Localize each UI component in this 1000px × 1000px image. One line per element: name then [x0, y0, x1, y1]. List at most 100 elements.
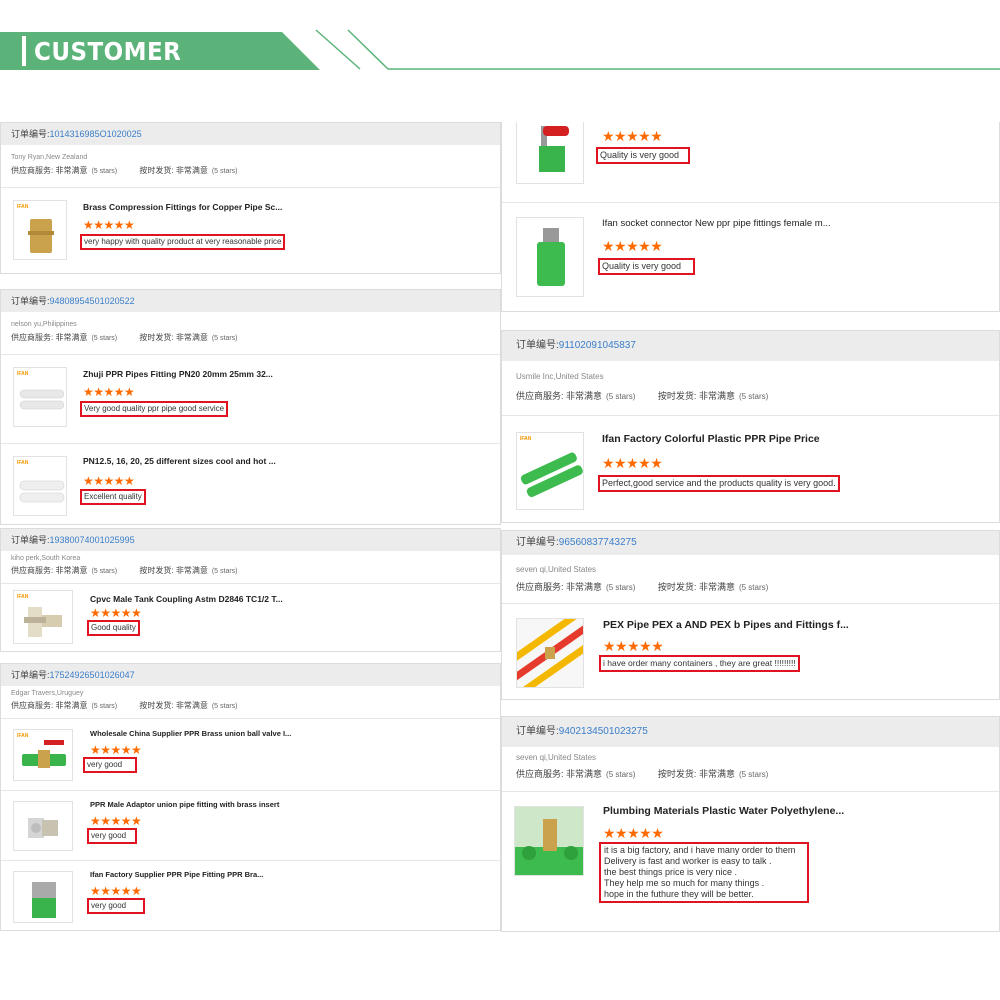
order-number[interactable]: 9402134501023275 [559, 726, 648, 737]
review-line: the best things price is very nice . [604, 867, 738, 877]
stars-text: (5 stars) [91, 335, 118, 342]
order-card-continued: ★★★★★ Quality is very good Ifan socket c… [501, 122, 1000, 312]
order-number[interactable]: 96560837743275 [559, 537, 637, 548]
product-thumbnail[interactable]: IFAN [516, 432, 584, 510]
review-item: PPR Male Adaptor union pipe fitting with… [1, 790, 500, 861]
product-title[interactable]: Plumbing Materials Plastic Water Polyeth… [603, 805, 844, 817]
product-title[interactable]: Ifan Factory Colorful Plastic PPR Pipe P… [602, 433, 820, 445]
service-ratings: 供应商服务: 非常满意 (5 stars) 按时发货: 非常满意 (5 stars) [502, 389, 999, 402]
review-item: Ifan socket connector New ppr pipe fitti… [502, 202, 999, 311]
order-number[interactable]: 17524926501026047 [50, 670, 135, 680]
on-time-value: 非常满意 [698, 391, 735, 401]
review-line: hope in the futhure they will be better. [604, 889, 754, 899]
product-title[interactable]: PPR Male Adaptor union pipe fitting with… [90, 800, 279, 809]
supplier-service-label: 供应商服务: [11, 701, 54, 710]
order-number[interactable]: 1014316985O1020025 [50, 129, 142, 139]
review-line: They help me so much for many things . [604, 878, 765, 888]
on-time-label: 按时发货: [657, 769, 697, 779]
on-time-value: 非常满意 [175, 166, 208, 175]
review-text: very good [83, 757, 137, 773]
supplier-service-value: 非常满意 [55, 566, 88, 575]
order-number-label: 订单编号: [11, 296, 50, 306]
order-card: 订单编号:1014316985O1020025 Tony Ryan,New Ze… [0, 122, 501, 274]
on-time-label: 按时发货: [657, 582, 697, 592]
review-item: IFAN PN12.5, 16, 20, 25 different sizes … [1, 443, 500, 526]
review-line: it is a big factory, and i have many ord… [604, 845, 796, 855]
buyer-name: seven qi,United States [516, 753, 597, 762]
order-number-label: 订单编号: [11, 129, 50, 139]
supplier-service-value: 非常满意 [566, 769, 603, 779]
supplier-service-value: 非常满意 [55, 701, 88, 710]
star-rating: ★★★★★ [602, 238, 663, 254]
stars-text: (5 stars) [738, 392, 769, 401]
order-number[interactable]: 91102091045837 [559, 340, 636, 351]
buyer-name: Edgar Travers,Uruguey [11, 690, 84, 697]
star-rating: ★★★★★ [83, 474, 135, 488]
product-thumbnail[interactable]: IFAN [13, 367, 67, 427]
product-title[interactable]: Cpvc Male Tank Coupling Astm D2846 TC1/2… [90, 594, 283, 604]
review-text: Excellent quality [80, 489, 146, 505]
review-text: it is a big factory, and i have many ord… [599, 842, 809, 903]
star-rating: ★★★★★ [90, 814, 142, 828]
product-thumbnail[interactable] [516, 217, 584, 297]
order-header: 订单编号:9402134501023275 [502, 717, 999, 747]
star-rating: ★★★★★ [603, 638, 664, 654]
supplier-service-label: 供应商服务: [11, 566, 54, 575]
order-card: 订单编号:9402134501023275 seven qi,United St… [501, 716, 1000, 932]
product-title[interactable]: Brass Compression Fittings for Copper Pi… [83, 202, 282, 212]
supplier-service-value: 非常满意 [55, 166, 88, 175]
product-thumbnail[interactable] [13, 871, 73, 923]
order-number-label: 订单编号: [11, 670, 50, 680]
service-ratings: 供应商服务: 非常满意 (5 stars) 按时发货: 非常满意 (5 stars) [1, 700, 500, 711]
order-card: 订单编号:17524926501026047 Edgar Travers,Uru… [0, 663, 501, 931]
order-header: 订单编号:17524926501026047 [1, 664, 500, 686]
order-card: 订单编号:91102091045837 Usmile Inc,United St… [501, 330, 1000, 523]
product-title[interactable]: Zhuji PPR Pipes Fitting PN20 20mm 25mm 3… [83, 369, 273, 379]
stars-text: (5 stars) [211, 703, 238, 710]
order-header: 订单编号:19380074001025995 [1, 529, 500, 551]
review-text: very good [87, 828, 137, 844]
review-item: Plumbing Materials Plastic Water Polyeth… [502, 791, 999, 932]
product-title[interactable]: Ifan socket connector New ppr pipe fitti… [602, 218, 831, 229]
on-time-label: 按时发货: [139, 701, 174, 710]
product-title[interactable]: Ifan Factory Supplier PPR Pipe Fitting P… [90, 870, 263, 879]
product-thumbnail[interactable] [13, 801, 73, 851]
stars-text: (5 stars) [91, 703, 118, 710]
order-header: 订单编号:1014316985O1020025 [1, 123, 500, 145]
product-thumbnail[interactable]: IFAN [13, 729, 73, 781]
review-text: very happy with quality product at very … [80, 234, 286, 250]
brand-logo: IFAN [17, 460, 29, 466]
supplier-service-value: 非常满意 [55, 333, 88, 342]
stars-text: (5 stars) [91, 168, 118, 175]
order-number[interactable]: 94808954501020522 [50, 296, 135, 306]
buyer-name: nelson yu,Philippines [11, 321, 77, 328]
service-ratings: 供应商服务: 非常满意 (5 stars) 按时发货: 非常满意 (5 stars) [502, 767, 999, 780]
product-title[interactable]: Wholesale China Supplier PPR Brass union… [90, 729, 291, 738]
product-thumbnail[interactable] [516, 122, 584, 184]
product-title[interactable]: PEX Pipe PEX a AND PEX b Pipes and Fitti… [603, 619, 849, 631]
on-time-label: 按时发货: [139, 166, 174, 175]
star-rating: ★★★★★ [602, 128, 663, 144]
stars-text: (5 stars) [606, 770, 636, 779]
order-number[interactable]: 19380074001025995 [50, 535, 135, 545]
stars-text: (5 stars) [211, 335, 238, 342]
product-title[interactable]: PN12.5, 16, 20, 25 different sizes cool … [83, 456, 276, 466]
product-thumbnail[interactable]: IFAN [13, 456, 67, 516]
order-card: 订单编号:94808954501020522 nelson yu,Philipp… [0, 289, 501, 525]
order-card: 订单编号:19380074001025995 kiho perk,South K… [0, 528, 501, 652]
product-thumbnail[interactable] [514, 806, 584, 876]
customer-reviews-banner: CUSTOMER REVIEWS [0, 32, 320, 95]
star-rating: ★★★★★ [90, 743, 142, 757]
service-ratings: 供应商服务: 非常满意 (5 stars) 按时发货: 非常满意 (5 stars) [1, 165, 500, 176]
supplier-service-value: 非常满意 [566, 582, 603, 592]
review-text: Quality is very good [598, 258, 695, 275]
review-item: Ifan Factory Supplier PPR Pipe Fitting P… [1, 860, 500, 931]
product-thumbnail[interactable] [516, 618, 584, 688]
star-rating: ★★★★★ [83, 385, 135, 399]
on-time-value: 非常满意 [698, 582, 735, 592]
brand-logo: IFAN [17, 204, 29, 210]
stars-text: (5 stars) [606, 392, 636, 401]
buyer-name: seven qi,United States [516, 565, 597, 574]
product-thumbnail[interactable]: IFAN [13, 590, 73, 644]
product-thumbnail[interactable]: IFAN [13, 200, 67, 260]
